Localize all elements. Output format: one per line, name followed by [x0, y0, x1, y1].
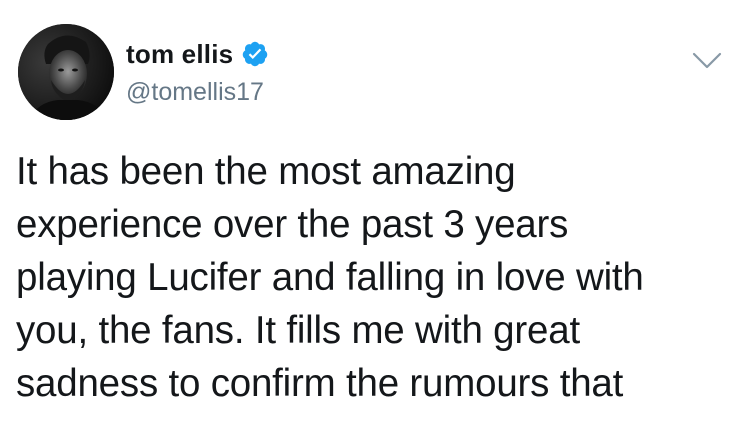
tweet-text-line: sadness to confirm the rumours that [16, 362, 624, 405]
user-handle[interactable]: @tomellis17 [126, 78, 546, 107]
avatar[interactable] [18, 24, 114, 120]
tweet-text-line: playing Lucifer and falling in love with [16, 256, 644, 299]
avatar-image [18, 24, 114, 120]
author-names: tom ellis @tomellis17 [126, 34, 546, 107]
tweet-text-line: experience over the past 3 years [16, 203, 569, 246]
tweet-card: tom ellis @tomellis17 It has been the mo… [0, 0, 750, 421]
tweet-text-line: you, the fans. It fills me with great [16, 309, 580, 352]
tweet-header: tom ellis @tomellis17 [18, 24, 732, 124]
tweet-text-line: It has been the most amazing [16, 150, 516, 193]
display-name[interactable]: tom ellis [126, 39, 233, 70]
tweet-text: It has been the most amazing experience … [16, 145, 736, 410]
name-row: tom ellis [126, 34, 546, 74]
verified-badge-icon [241, 40, 269, 68]
chevron-down-icon[interactable] [690, 50, 724, 72]
